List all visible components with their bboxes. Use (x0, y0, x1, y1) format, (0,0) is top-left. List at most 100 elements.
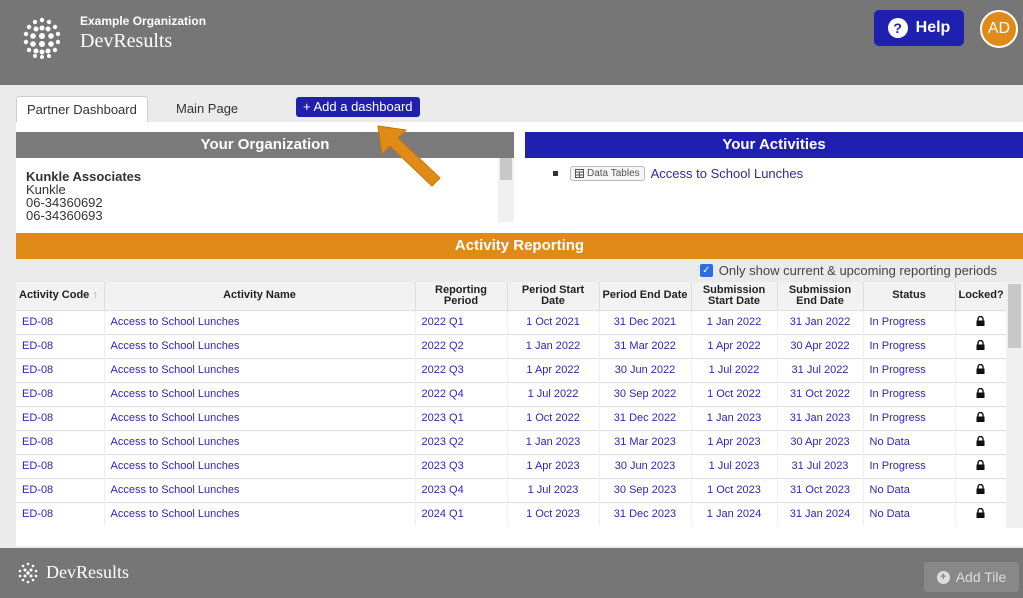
activity-name-link[interactable]: Access to School Lunches (104, 453, 416, 478)
period-start-date: 1 Jul 2023 (507, 477, 600, 502)
lock-icon (955, 405, 1007, 430)
period-end-date: 30 Jun 2023 (599, 453, 692, 478)
activity-name-link[interactable]: Access to School Lunches (104, 381, 416, 406)
activity-code-link[interactable]: ED-08 (16, 381, 105, 406)
submission-start-date: 1 Jan 2023 (691, 405, 778, 430)
activity-code-link[interactable]: ED-08 (16, 309, 105, 334)
reporting-period-link[interactable]: 2022 Q1 (415, 309, 508, 334)
col-submission-end[interactable]: Submission End Date (777, 282, 864, 310)
period-end-date: 31 Mar 2022 (599, 333, 692, 358)
activity-name-link[interactable]: Access to School Lunches (104, 309, 416, 334)
reporting-period-link[interactable]: 2024 Q1 (415, 501, 508, 526)
activity-name-link[interactable]: Access to School Lunches (104, 405, 416, 430)
submission-end-date: 31 Oct 2022 (777, 381, 864, 406)
col-reporting-period[interactable]: Reporting Period (415, 282, 508, 310)
activity-code-link[interactable]: ED-08 (16, 477, 105, 502)
col-period-start[interactable]: Period Start Date (507, 282, 600, 310)
col-status[interactable]: Status (863, 282, 956, 310)
period-start-date: 1 Oct 2022 (507, 405, 600, 430)
period-start-date: 1 Jan 2022 (507, 333, 600, 358)
submission-end-date: 31 Jan 2023 (777, 405, 864, 430)
reporting-period-link[interactable]: 2023 Q2 (415, 429, 508, 454)
table-row: ED-08 Access to School Lunches 2022 Q1 1 Oc… (16, 309, 1007, 334)
period-end-date: 31 Dec 2022 (599, 405, 692, 430)
activity-name-link[interactable]: Access to School Lunches (104, 333, 416, 358)
reporting-period-link[interactable]: 2022 Q3 (415, 357, 508, 382)
scrollbar-thumb[interactable] (1008, 284, 1021, 348)
activity-name-link[interactable]: Access to School Lunches (104, 501, 416, 526)
lock-icon (955, 309, 1007, 334)
devresults-logo-icon[interactable] (18, 14, 66, 62)
period-start-date: 1 Apr 2023 (507, 453, 600, 478)
period-end-date: 31 Dec 2021 (599, 309, 692, 334)
reporting-period-link[interactable]: 2022 Q4 (415, 381, 508, 406)
submission-end-date: 31 Oct 2023 (777, 477, 864, 502)
app-name: DevResults (80, 30, 173, 52)
submission-end-date: 31 Jan 2024 (777, 501, 864, 526)
col-activity-name[interactable]: Activity Name (104, 282, 416, 310)
lock-icon (955, 477, 1007, 502)
status-text: In Progress (863, 333, 956, 358)
period-start-date: 1 Jul 2022 (507, 381, 600, 406)
current-periods-filter[interactable]: ✓ Only show current & upcoming reporting… (699, 263, 997, 278)
add-tile-button[interactable]: + Add Tile (924, 562, 1019, 592)
table-row: ED-08 Access to School Lunches 2023 Q2 1 Ja… (16, 429, 1007, 454)
tab-partner-dashboard[interactable]: Partner Dashboard (16, 96, 148, 123)
status-text: In Progress (863, 405, 956, 430)
scrollbar-thumb[interactable] (500, 158, 512, 180)
submission-end-date: 31 Jul 2023 (777, 453, 864, 478)
current-periods-label: Only show current & upcoming reporting p… (718, 263, 997, 278)
reporting-period-link[interactable]: 2023 Q1 (415, 405, 508, 430)
table-icon (575, 169, 584, 178)
activity-code-link[interactable]: ED-08 (16, 501, 105, 526)
activity-code-link[interactable]: ED-08 (16, 357, 105, 382)
submission-start-date: 1 Oct 2023 (691, 477, 778, 502)
period-start-date: 1 Oct 2021 (507, 309, 600, 334)
activity-code-link[interactable]: ED-08 (16, 405, 105, 430)
organization-scrollbar[interactable] (498, 158, 514, 222)
activity-name-link[interactable]: Access to School Lunches (104, 357, 416, 382)
reporting-period-link[interactable]: 2023 Q3 (415, 453, 508, 478)
activity-code-link[interactable]: ED-08 (16, 333, 105, 358)
activity-code-link[interactable]: ED-08 (16, 429, 105, 454)
col-submission-start[interactable]: Submission Start Date (691, 282, 778, 310)
col-locked[interactable]: Locked? (955, 282, 1007, 310)
period-start-date: 1 Apr 2022 (507, 357, 600, 382)
reporting-period-link[interactable]: 2022 Q2 (415, 333, 508, 358)
activity-reporting-table: Activity Code ↑ Activity Name Reporting … (16, 282, 1007, 526)
activity-name-link[interactable]: Access to School Lunches (104, 477, 416, 502)
data-tables-button[interactable]: Data Tables (570, 166, 645, 181)
reporting-scrollbar[interactable] (1006, 282, 1023, 528)
sort-arrow-icon: ↑ (92, 289, 98, 302)
organization-id-2: 06-34360693 (26, 208, 103, 222)
add-dashboard-button[interactable]: + Add a dashboard (296, 97, 420, 117)
submission-end-date: 31 Jul 2022 (777, 357, 864, 382)
tab-main-page[interactable]: Main Page (166, 96, 248, 123)
reporting-period-link[interactable]: 2023 Q4 (415, 477, 508, 502)
devresults-logo-icon (18, 562, 38, 584)
activity-link[interactable]: Access to School Lunches (651, 166, 803, 181)
activity-code-link[interactable]: ED-08 (16, 453, 105, 478)
add-tile-label: Add Tile (955, 569, 1007, 585)
col-period-end[interactable]: Period End Date (599, 282, 692, 310)
organization-name: Example Organization (80, 14, 207, 28)
table-row: ED-08 Access to School Lunches 2023 Q4 1 Ju… (16, 477, 1007, 502)
submission-start-date: 1 Jul 2022 (691, 357, 778, 382)
status-text: In Progress (863, 357, 956, 382)
callout-arrow-icon (377, 125, 441, 187)
footer-app-name: DevResults (46, 562, 129, 582)
user-avatar[interactable]: AD (980, 10, 1018, 48)
status-text: In Progress (863, 381, 956, 406)
bottom-bar: DevResults + Add Tile (0, 548, 1023, 598)
col-activity-code[interactable]: Activity Code ↑ (16, 282, 105, 310)
status-text: No Data (863, 477, 956, 502)
help-button[interactable]: ? Help (874, 10, 964, 46)
activity-reporting-title: Activity Reporting (16, 233, 1023, 259)
status-text: In Progress (863, 453, 956, 478)
lock-icon (955, 453, 1007, 478)
your-activities-panel: Your Activities Data Tables Access to Sc… (525, 132, 1023, 222)
table-row: ED-08 Access to School Lunches 2024 Q1 1 Oc… (16, 501, 1007, 526)
current-periods-checkbox[interactable]: ✓ (699, 264, 713, 277)
activity-name-link[interactable]: Access to School Lunches (104, 429, 416, 454)
submission-start-date: 1 Oct 2022 (691, 381, 778, 406)
